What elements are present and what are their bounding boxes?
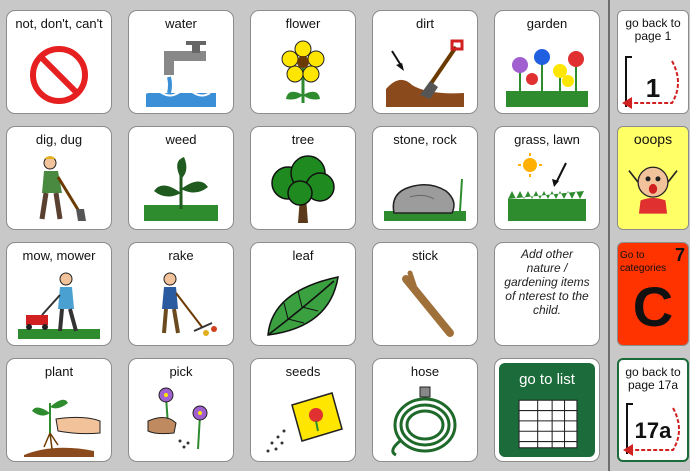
go-to-list-button[interactable]: go to list bbox=[494, 358, 600, 462]
cell-note: Add other nature / gardening items of nt… bbox=[494, 242, 600, 346]
go-to-categories-button[interactable]: Go to categories 7 C bbox=[617, 242, 689, 346]
cell-seeds[interactable]: seeds bbox=[250, 358, 356, 462]
stick-icon bbox=[402, 270, 454, 337]
cell-hose[interactable]: hose bbox=[372, 358, 478, 462]
picking-flower-icon bbox=[147, 387, 208, 450]
cell-label: hose bbox=[410, 364, 440, 379]
cell-grass[interactable]: grass, lawn bbox=[494, 126, 600, 230]
cell-garden[interactable]: garden bbox=[494, 10, 600, 114]
cell-tree[interactable]: tree bbox=[250, 126, 356, 230]
symbol-grid: not, don't, can't water flower dirt gard… bbox=[0, 0, 608, 471]
page-number: 1 bbox=[645, 73, 661, 103]
lawn-mower-icon bbox=[18, 272, 100, 339]
go-to-list-panel: go to list bbox=[499, 363, 595, 457]
cell-label: rake bbox=[168, 248, 194, 263]
cell-leaf[interactable]: leaf bbox=[250, 242, 356, 346]
cell-label: mow, mower bbox=[22, 248, 96, 263]
list-icon bbox=[518, 399, 578, 449]
cell-label: tree bbox=[291, 132, 315, 147]
categories-label: Go to categories bbox=[620, 250, 667, 274]
cell-stick[interactable]: stick bbox=[372, 242, 478, 346]
cell-label: not, don't, can't bbox=[15, 16, 103, 31]
go-back-page-1-button[interactable]: go back to page 1 1 bbox=[617, 10, 689, 114]
surprised-face-icon bbox=[628, 166, 678, 214]
cell-weed[interactable]: weed bbox=[128, 126, 234, 230]
cell-stone[interactable]: stone, rock bbox=[372, 126, 478, 230]
go-to-list-label: go to list bbox=[519, 371, 575, 388]
cell-label: stone, rock bbox=[393, 132, 457, 147]
person-raking-icon bbox=[162, 272, 217, 336]
shovel-dirt-icon bbox=[386, 39, 464, 107]
cell-label: dirt bbox=[415, 16, 435, 31]
go-back-page-1-label: go back to page 1 bbox=[625, 16, 681, 43]
cell-dig[interactable]: dig, dug bbox=[6, 126, 112, 230]
cell-label: weed bbox=[165, 132, 197, 147]
person-digging-icon bbox=[39, 156, 86, 221]
categories-number: 7 bbox=[674, 245, 685, 265]
go-back-page-17a-label: go back to page 17a bbox=[625, 365, 681, 392]
cell-note-text: Add other nature / gardening items of nt… bbox=[504, 247, 590, 317]
ooops-label: ooops bbox=[633, 131, 673, 147]
garden-icon bbox=[506, 49, 588, 107]
cell-label: dig, dug bbox=[35, 132, 83, 147]
faucet-icon bbox=[145, 41, 216, 107]
categories-letter: C bbox=[632, 275, 674, 338]
page-number: 17a bbox=[634, 418, 672, 443]
cell-label: grass, lawn bbox=[514, 132, 580, 147]
planting-hand-icon bbox=[24, 399, 101, 457]
go-back-page-17a-button[interactable]: go back to page 17a 17a bbox=[617, 358, 689, 462]
cell-label: seeds bbox=[285, 364, 321, 379]
cell-rake[interactable]: rake bbox=[128, 242, 234, 346]
seed-packet-icon bbox=[266, 392, 343, 453]
cell-mow[interactable]: mow, mower bbox=[6, 242, 112, 346]
flower-icon bbox=[281, 40, 325, 103]
sidebar-divider bbox=[608, 0, 610, 471]
weed-icon bbox=[144, 157, 218, 221]
cell-dirt[interactable]: dirt bbox=[372, 10, 478, 114]
cell-label: plant bbox=[44, 364, 74, 379]
cell-label: garden bbox=[526, 16, 568, 31]
leaf-icon bbox=[267, 276, 339, 336]
grass-icon bbox=[508, 153, 586, 221]
cell-pick[interactable]: pick bbox=[128, 358, 234, 462]
ooops-button[interactable]: ooops bbox=[617, 126, 689, 230]
cell-plant[interactable]: plant bbox=[6, 358, 112, 462]
cell-not[interactable]: not, don't, can't bbox=[6, 10, 112, 114]
tree-icon bbox=[271, 155, 335, 223]
hose-icon bbox=[391, 386, 457, 457]
cell-label: leaf bbox=[292, 248, 314, 263]
cell-flower[interactable]: flower bbox=[250, 10, 356, 114]
cell-label: stick bbox=[412, 248, 438, 263]
rock-icon bbox=[384, 178, 466, 221]
cell-label: water bbox=[165, 16, 197, 31]
cell-label: flower bbox=[285, 16, 321, 31]
cell-label: pick bbox=[169, 364, 193, 379]
prohibited-icon bbox=[30, 46, 88, 104]
cell-water[interactable]: water bbox=[128, 10, 234, 114]
